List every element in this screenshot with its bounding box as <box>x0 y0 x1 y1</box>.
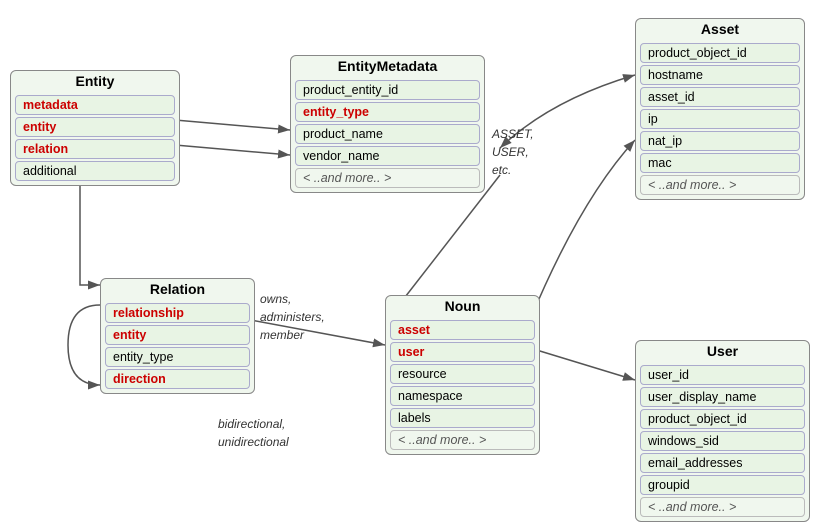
user-field-3: product_object_id <box>640 409 805 429</box>
entity-field-relation: relation <box>15 139 175 159</box>
entity-metadata-title: EntityMetadata <box>291 56 484 78</box>
em-field-entity-type: entity_type <box>295 102 480 122</box>
em-field-vendor-name: vendor_name <box>295 146 480 166</box>
rel-field-entity: entity <box>105 325 250 345</box>
noun-field-asset: asset <box>390 320 535 340</box>
em-field-product-entity-id: product_entity_id <box>295 80 480 100</box>
rel-field-entity-type: entity_type <box>105 347 250 367</box>
rel-annotation-2: bidirectional, unidirectional <box>218 415 289 451</box>
noun-title: Noun <box>386 296 539 318</box>
user-field-1: user_id <box>640 365 805 385</box>
asset-field-more: < ..and more.. > <box>640 175 800 195</box>
rel-annotation-1: owns, administers, member <box>260 290 325 344</box>
noun-box: Noun asset user resource namespace label… <box>385 295 540 455</box>
asset-box: Asset product_object_id hostname asset_i… <box>635 18 805 200</box>
user-field-more: < ..and more.. > <box>640 497 805 517</box>
user-field-6: groupid <box>640 475 805 495</box>
em-field-more: < ..and more.. > <box>295 168 480 188</box>
noun-field-labels: labels <box>390 408 535 428</box>
user-field-5: email_addresses <box>640 453 805 473</box>
asset-field-3: asset_id <box>640 87 800 107</box>
user-field-4: windows_sid <box>640 431 805 451</box>
entity-field-entity: entity <box>15 117 175 137</box>
rel-field-relationship: relationship <box>105 303 250 323</box>
em-annotation: ASSET, USER, etc. <box>492 125 534 179</box>
asset-field-1: product_object_id <box>640 43 800 63</box>
relation-box: Relation relationship entity entity_type… <box>100 278 255 394</box>
relation-title: Relation <box>101 279 254 301</box>
entity-field-additional: additional <box>15 161 175 181</box>
entity-field-metadata: metadata <box>15 95 175 115</box>
user-field-2: user_display_name <box>640 387 805 407</box>
asset-title: Asset <box>636 19 804 41</box>
diagram: Entity metadata entity relation addition… <box>0 0 823 506</box>
asset-field-5: nat_ip <box>640 131 800 151</box>
noun-field-resource: resource <box>390 364 535 384</box>
noun-field-namespace: namespace <box>390 386 535 406</box>
noun-field-user: user <box>390 342 535 362</box>
asset-field-4: ip <box>640 109 800 129</box>
asset-field-2: hostname <box>640 65 800 85</box>
asset-field-6: mac <box>640 153 800 173</box>
user-box: User user_id user_display_name product_o… <box>635 340 810 522</box>
noun-field-more: < ..and more.. > <box>390 430 535 450</box>
entity-metadata-box: EntityMetadata product_entity_id entity_… <box>290 55 485 193</box>
entity-title: Entity <box>11 71 179 93</box>
rel-field-direction: direction <box>105 369 250 389</box>
em-field-product-name: product_name <box>295 124 480 144</box>
user-title: User <box>636 341 809 363</box>
entity-box: Entity metadata entity relation addition… <box>10 70 180 186</box>
